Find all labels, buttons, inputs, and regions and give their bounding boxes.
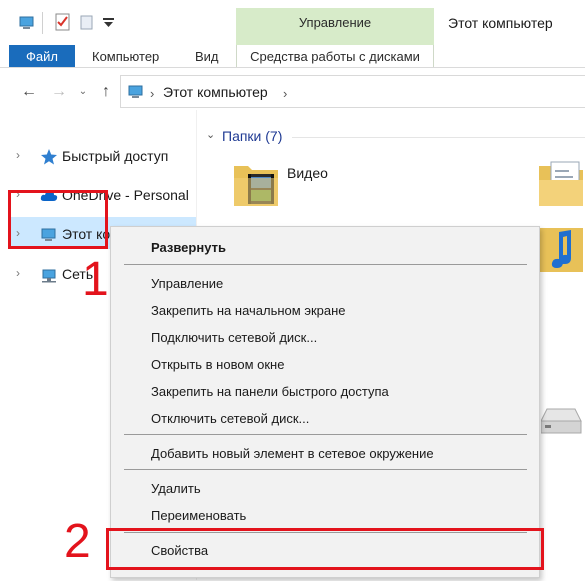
menu-item-map-drive[interactable]: Подключить сетевой диск... (151, 330, 317, 345)
menu-item-open-new-window[interactable]: Открыть в новом окне (151, 357, 284, 372)
ribbon-divider (0, 67, 585, 68)
manage-context-label: Управление (298, 15, 372, 30)
menu-item-rename[interactable]: Переименовать (151, 508, 246, 523)
folder-item-music[interactable] (537, 226, 585, 276)
up-button[interactable]: ↑ (95, 82, 117, 102)
collapse-group-icon[interactable]: ⌄ (206, 128, 215, 141)
computer-icon (128, 85, 143, 98)
tab-view[interactable]: Вид (195, 45, 219, 68)
hard-drive-icon (541, 408, 582, 434)
chevron-right-icon[interactable]: › (283, 86, 287, 101)
star-icon (41, 149, 57, 165)
menu-separator (124, 434, 527, 435)
menu-separator (124, 469, 527, 470)
menu-item-expand[interactable]: Развернуть (151, 240, 226, 255)
annotation-step-2: 2 (64, 515, 91, 568)
expand-arrow-icon[interactable]: › (16, 266, 20, 280)
nav-item-label: Быстрый доступ (62, 148, 169, 164)
chevron-right-icon[interactable]: › (150, 86, 154, 101)
music-folder-icon (539, 228, 583, 272)
folder-item-documents[interactable] (537, 158, 585, 210)
menu-item-disconnect-drive[interactable]: Отключить сетевой диск... (151, 411, 309, 426)
window-title: Этот компьютер (448, 15, 553, 31)
menu-item-pin-start[interactable]: Закрепить на начальном экране (151, 303, 346, 318)
documents-folder-icon (539, 161, 583, 206)
group-divider (292, 137, 585, 138)
new-folder-icon[interactable] (78, 12, 96, 32)
expand-arrow-icon[interactable]: › (16, 148, 20, 162)
menu-item-pin-quick-access[interactable]: Закрепить на панели быстрого доступа (151, 384, 389, 399)
menu-item-manage[interactable]: Управление (151, 276, 223, 291)
back-button[interactable]: ← (18, 82, 40, 102)
drive-item[interactable] (541, 405, 585, 439)
annotation-box-properties (106, 528, 544, 570)
tab-disk-tools[interactable]: Средства работы с дисками (236, 45, 434, 68)
toolbar-divider (42, 12, 43, 34)
annotation-step-1: 1 (82, 253, 109, 306)
menu-separator (124, 264, 527, 265)
properties-icon[interactable] (54, 12, 72, 32)
network-icon (42, 269, 56, 283)
folder-item-video[interactable] (232, 158, 280, 210)
menu-item-delete[interactable]: Удалить (151, 481, 201, 496)
forward-button[interactable]: → (48, 82, 70, 102)
video-folder-icon (234, 166, 278, 206)
customize-toolbar-icon[interactable] (100, 12, 118, 32)
folder-label[interactable]: Видео (287, 165, 328, 181)
menu-item-add-network-location[interactable]: Добавить новый элемент в сетевое окружен… (151, 446, 434, 461)
tab-file[interactable]: Файл (9, 45, 75, 68)
nav-item-quick-access[interactable]: › Быстрый доступ (16, 144, 196, 170)
address-path: Этот компьютер (163, 84, 268, 100)
group-header[interactable]: Папки (7) (222, 128, 282, 144)
computer-icon[interactable] (18, 12, 36, 32)
tab-computer[interactable]: Компьютер (92, 45, 159, 68)
annotation-box-this-pc (8, 190, 108, 249)
recent-locations-button[interactable]: ⌄ (72, 82, 94, 102)
